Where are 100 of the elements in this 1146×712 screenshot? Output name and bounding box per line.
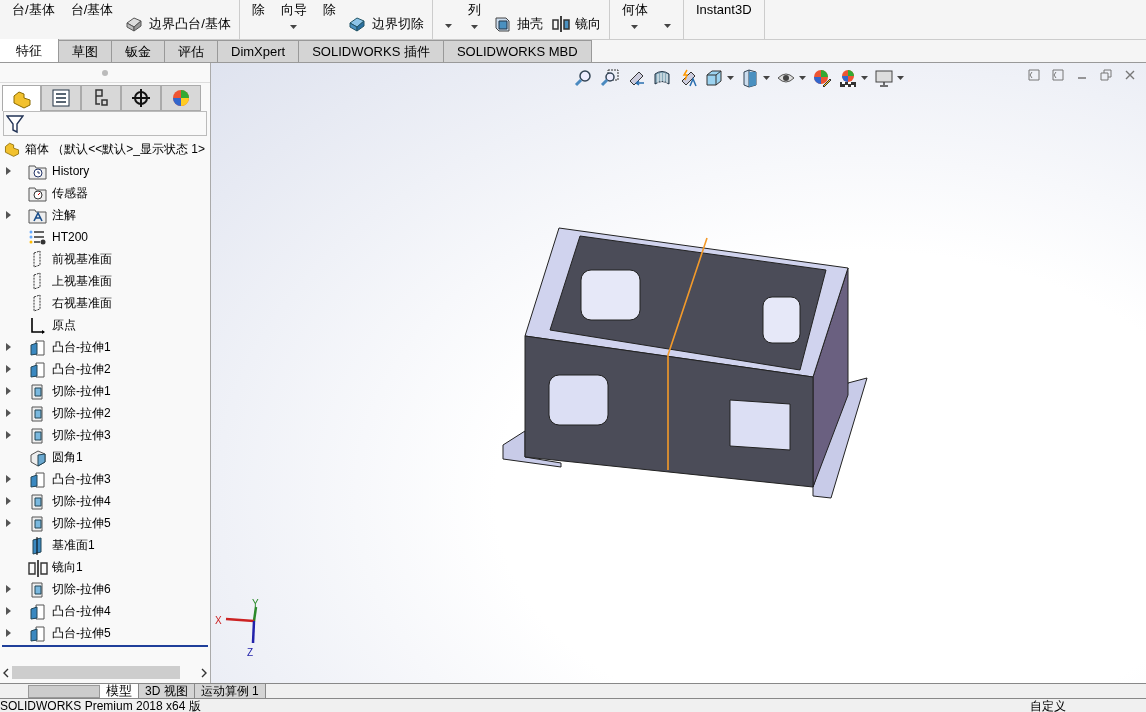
close-icon[interactable] [1124,69,1136,81]
tree-item[interactable]: 切除-拉伸6 [0,578,210,600]
command-tab[interactable]: DimXpert [218,40,300,62]
mirror-icon [28,557,48,577]
caret-icon[interactable] [798,76,806,80]
shell-box-icon [492,14,513,34]
tree-item[interactable]: 凸台-拉伸3 [0,468,210,490]
expand-arrow-icon[interactable] [6,585,11,593]
x-axis-label: X [215,614,222,628]
expand-arrow-icon[interactable] [6,167,11,175]
extrude-boss-icon [28,601,48,621]
graphics-area[interactable]: X Y Z [211,63,1146,683]
command-tab[interactable]: SOLIDWORKS MBD [443,40,592,62]
caret-icon[interactable] [444,24,452,28]
expand-arrow-icon[interactable] [6,409,11,417]
zoom-area-icon[interactable] [599,68,620,88]
zoom-to-fit-icon[interactable] [573,68,594,88]
extrude-boss-icon [28,623,48,643]
units-button[interactable]: 自定义 [1030,699,1066,712]
ribbon-button[interactable]: 除 [314,2,344,17]
caret-icon[interactable] [470,25,478,29]
ribbon-button[interactable]: Instant3D [687,2,760,17]
ribbon-button[interactable]: 镜向 [546,14,605,34]
tree-item[interactable]: 凸台-拉伸5 [0,622,210,644]
ribbon-button[interactable]: 列 [459,2,489,29]
caret-icon[interactable] [896,76,904,80]
tree-item[interactable]: 镜向1 [0,556,210,578]
tree-item[interactable]: 前视基准面 [0,248,210,270]
tree-item[interactable]: 注解 [0,204,210,226]
tree-item[interactable]: HT200 [0,226,210,248]
resize-handle-icon[interactable] [102,69,108,76]
extrude-boss-icon [28,359,48,379]
monitor-icon[interactable] [873,68,894,88]
filter-field[interactable] [3,111,207,136]
model-view-tab[interactable]: 运动算例 1 [193,684,265,698]
tree-item[interactable]: 切除-拉伸4 [0,490,210,512]
tree-item[interactable]: History [0,160,210,182]
command-tab[interactable]: 钣金 [112,40,165,62]
expand-arrow-icon[interactable] [6,497,11,505]
tree-item[interactable]: 原点 [0,314,210,336]
model-view-tab[interactable]: 模型 [100,684,138,698]
ribbon-button[interactable]: 何体 [613,2,656,29]
tree-item[interactable]: 右视基准面 [0,292,210,314]
ribbon-button[interactable]: 边界凸台/基体 [121,14,235,34]
ribbon-button[interactable]: 边界切除 [343,14,428,34]
part-icon [3,140,21,158]
extrude-boss-icon [28,337,48,357]
expand-arrow-icon[interactable] [6,431,11,439]
command-tab[interactable]: 特征 [0,39,59,62]
view-cube-icon[interactable] [703,68,724,88]
filter-icon [6,113,24,134]
scene-icon[interactable] [837,68,858,88]
caret-icon[interactable] [290,25,298,29]
ribbon-button[interactable]: 台/基体 [4,2,63,17]
tree-item[interactable]: 上视基准面 [0,270,210,292]
tile-left-icon[interactable] [1028,69,1040,81]
caret-icon[interactable] [726,76,734,80]
crosshair-icon [130,87,152,109]
tree-item[interactable]: 切除-拉伸1 [0,380,210,402]
tree-item[interactable]: 基准面1 [0,534,210,556]
appearance-pencil-icon[interactable] [811,68,832,88]
section-view-icon[interactable] [651,68,672,88]
tree-item[interactable]: 凸台-拉伸2 [0,358,210,380]
expand-arrow-icon[interactable] [6,343,11,351]
expand-arrow-icon[interactable] [6,629,11,637]
tree-item[interactable]: 切除-拉伸2 [0,402,210,424]
expand-arrow-icon[interactable] [6,211,11,219]
expand-arrow-icon[interactable] [6,475,11,483]
tree-item[interactable]: 凸台-拉伸4 [0,600,210,622]
caret-icon[interactable] [631,25,639,29]
tree-item[interactable]: 切除-拉伸5 [0,512,210,534]
command-tab[interactable]: 评估 [165,40,218,62]
expand-arrow-icon[interactable] [6,519,11,527]
property-list-icon [50,87,72,109]
tile-right-icon[interactable] [1052,69,1064,81]
tree-item[interactable]: 传感器 [0,182,210,204]
tree-item[interactable]: 圆角1 [0,446,210,468]
model-view-tab[interactable]: 3D 视图 [138,684,194,698]
ribbon-button[interactable]: 向导 [272,2,315,29]
command-tab[interactable]: 草图 [59,40,112,62]
caret-icon[interactable] [663,24,671,28]
ribbon-button[interactable]: 除 [243,2,273,17]
panel-tab[interactable] [41,85,81,111]
restore-icon[interactable] [1100,69,1112,81]
y-axis-label: Y [252,597,259,611]
status-text: SOLIDWORKS Premium 2018 x64 版 [0,699,202,712]
ribbon-button[interactable]: 台/基体 [62,2,122,17]
tree-root-label[interactable]: 箱体 （默认<<默认>_显示状态 1> [25,140,206,158]
extrude-boss-icon [28,469,48,489]
expand-arrow-icon[interactable] [6,607,11,615]
expand-arrow-icon[interactable] [6,387,11,395]
caret-icon[interactable] [762,76,770,80]
ribbon-button[interactable]: 抽壳 [488,14,547,34]
panel-tab[interactable] [121,85,161,111]
color-ball-icon [170,87,192,109]
caret-icon[interactable] [860,76,868,80]
expand-arrow-icon[interactable] [6,365,11,373]
tree-item[interactable]: 切除-拉伸3 [0,424,210,446]
tree-item[interactable]: 凸台-拉伸1 [0,336,210,358]
command-tab[interactable]: SOLIDWORKS 插件 [299,40,444,62]
